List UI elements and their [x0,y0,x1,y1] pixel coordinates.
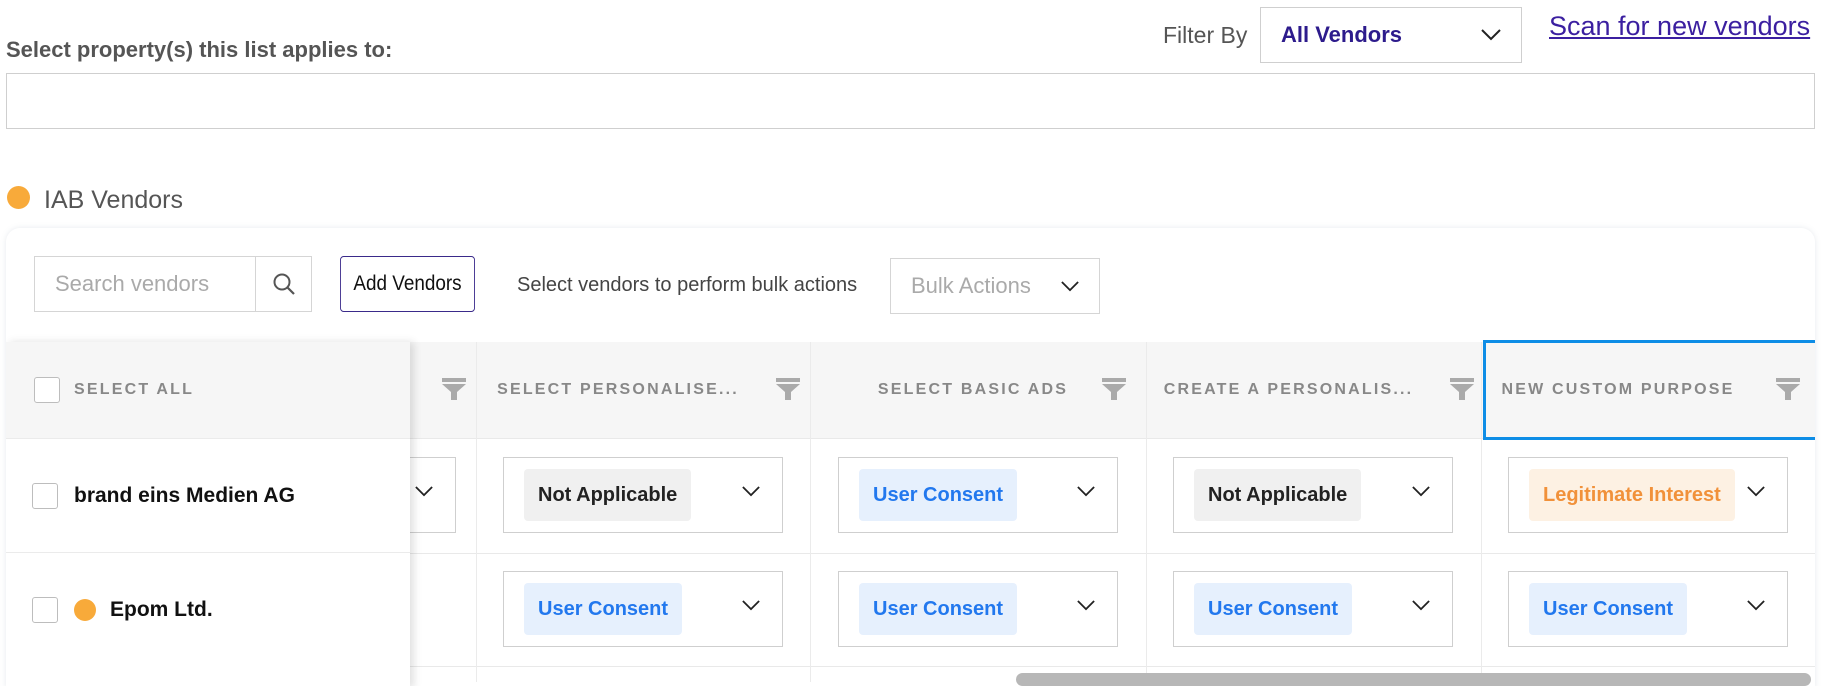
iab-status-dot [7,186,30,209]
status-chip: Not Applicable [1194,469,1362,521]
iab-vendor-dot [74,598,96,621]
row-checkbox[interactable] [32,482,58,509]
purpose-dropdown[interactable]: User Consent [1508,571,1788,647]
chevron-down-icon [1412,486,1430,497]
property-select-label: Select property(s) this list applies to: [6,37,393,62]
chevron-down-icon [1061,280,1079,291]
filter-funnel-icon[interactable] [776,378,800,402]
status-chip: Not Applicable [524,469,692,521]
row-checkbox[interactable] [32,596,58,623]
select-all-header: SELECT ALL [6,342,410,438]
purpose-dropdown[interactable]: User Consent [838,457,1118,533]
chevron-down-icon [415,486,433,497]
purpose-dropdown[interactable]: Not Applicable [1173,457,1453,533]
purpose-dropdown[interactable]: Not Applicable [503,457,783,533]
column-header-create-personalised[interactable]: CREATE A PERSONALIS... [1146,342,1481,438]
chevron-down-icon [1747,486,1765,497]
vendors-table-card: Add Vendors Select vendors to perform bu… [6,228,1815,686]
column-header-select-personalised[interactable]: SELECT PERSONALISE... [476,342,810,438]
vendor-search [34,256,312,312]
chevron-down-icon [1747,600,1765,611]
bulk-actions-dropdown[interactable]: Bulk Actions [890,258,1100,314]
purpose-dropdown[interactable]: Legitimate Interest [1508,457,1788,533]
purpose-dropdown[interactable]: User Consent [838,571,1118,647]
table-row: Epom Ltd. [6,552,410,666]
purpose-dropdown[interactable]: User Consent [503,571,783,647]
status-chip: User Consent [1194,583,1353,635]
chevron-down-icon [1077,486,1095,497]
status-chip: Legitimate Interest [1529,469,1735,521]
select-all-label: SELECT ALL [74,381,195,398]
search-input[interactable] [35,257,255,311]
vendor-name: Epom Ltd. [110,597,213,621]
search-icon [273,273,295,295]
filter-by-label: Filter By [1163,22,1248,48]
vendor-name-column: SELECT ALL brand eins Medien AG Epom Ltd… [6,342,410,686]
property-select-input[interactable] [6,73,1815,129]
bulk-actions-hint: Select vendors to perform bulk actions [517,274,858,296]
chevron-down-icon [1412,600,1430,611]
purpose-dropdown[interactable]: User Consent [1173,571,1453,647]
status-chip: User Consent [1529,583,1688,635]
chevron-down-icon [742,486,760,497]
scrollbar-thumb[interactable] [1016,673,1811,686]
bulk-actions-placeholder: Bulk Actions [911,273,1031,298]
filter-funnel-icon[interactable] [1450,378,1474,402]
table-row: brand eins Medien AG [6,438,410,552]
column-header-select-basic-ads[interactable]: SELECT BASIC ADS [810,342,1146,438]
vendor-name: brand eins Medien AG [74,483,295,507]
filter-funnel-icon[interactable] [442,378,466,402]
add-vendors-button[interactable]: Add Vendors [340,256,475,312]
vendor-filter-dropdown[interactable]: All Vendors [1260,7,1522,63]
status-chip: User Consent [859,583,1018,635]
select-all-checkbox[interactable] [34,377,60,403]
column-highlight-outline [1483,340,1815,440]
chevron-down-icon [1077,600,1095,611]
section-title: IAB Vendors [44,186,183,214]
filter-funnel-icon[interactable] [1102,378,1126,402]
status-chip: User Consent [859,469,1018,521]
search-button[interactable] [255,257,311,311]
chevron-down-icon [742,600,760,611]
chevron-down-icon [1481,29,1501,41]
scan-new-vendors-link[interactable]: Scan for new vendors [1549,11,1810,42]
vendor-filter-value: All Vendors [1281,22,1403,47]
status-chip: User Consent [524,583,683,635]
